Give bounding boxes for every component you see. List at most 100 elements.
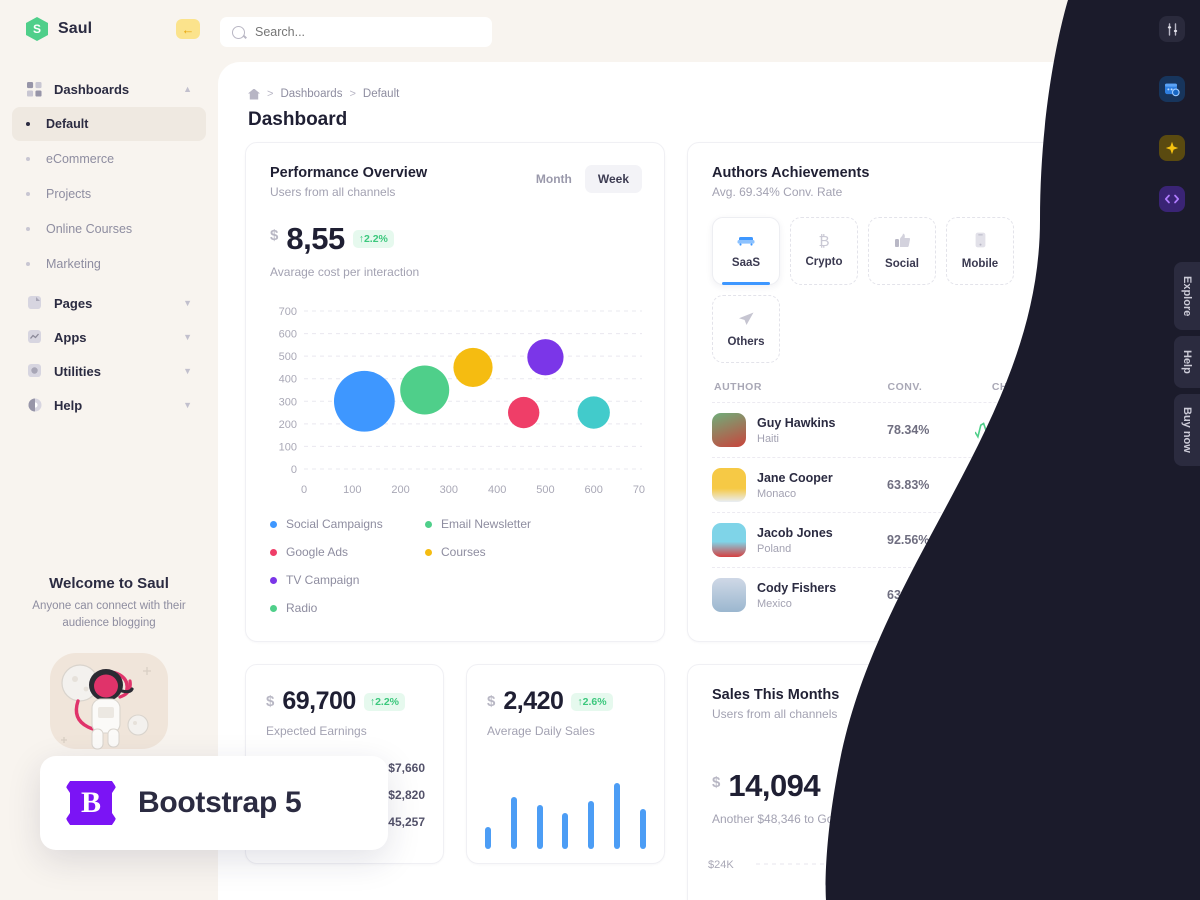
sliders-icon[interactable]: [1159, 16, 1185, 42]
breadcrumb-item-default[interactable]: Default: [363, 88, 399, 100]
delta-value: 2.2%: [363, 233, 388, 245]
breakdown-value: $45,257: [381, 815, 425, 829]
rail-tab-buy-now[interactable]: Buy now: [1174, 394, 1200, 466]
chevron-down-icon: ▼: [183, 332, 192, 342]
sidebar-item-projects[interactable]: Projects: [12, 177, 206, 211]
category-tab-mobile[interactable]: Mobile: [946, 217, 1014, 285]
search-input[interactable]: [255, 25, 455, 39]
svg-text:0: 0: [291, 464, 297, 476]
sidebar-group-label: Pages: [54, 295, 93, 311]
view-button[interactable]: →: [1058, 583, 1082, 607]
grid-icon: [26, 81, 43, 98]
svg-text:0: 0: [301, 484, 307, 496]
calendar-icon[interactable]: [1159, 76, 1185, 102]
search-icon: [232, 25, 245, 39]
currency-symbol: $: [487, 693, 496, 710]
category-tab-others[interactable]: Others: [712, 295, 780, 363]
sidebar-group-label: Apps: [54, 329, 87, 345]
table-row[interactable]: Jacob Jones Poland 92.56% →: [712, 512, 1082, 567]
table-row[interactable]: Guy Hawkins Haiti 78.34% →: [712, 402, 1082, 457]
legend-swatch: [270, 604, 277, 612]
sidebar-item-label: Online Courses: [46, 222, 133, 236]
table-row[interactable]: Jane Cooper Monaco 63.83% →: [712, 457, 1082, 512]
legend-swatch: [270, 520, 277, 528]
page-title: Dashboard: [248, 109, 348, 130]
bullet-icon: [26, 262, 30, 266]
more-dots-icon[interactable]: ⋯: [1070, 163, 1092, 185]
average-daily-sales-card: $ 2,420 ↑2.6% Average Daily Sales: [466, 664, 665, 864]
sidebar-group-apps[interactable]: Apps ▼: [12, 320, 206, 354]
sidebar-group-pages[interactable]: Pages ▼: [12, 286, 206, 320]
table-row[interactable]: Cody Fishers Mexico 63.08% →: [712, 567, 1082, 622]
category-tab-crypto[interactable]: ₿ Crypto: [790, 217, 858, 285]
svg-text:400: 400: [279, 374, 297, 386]
earnings-delta-badge: ↑2.2%: [363, 692, 405, 711]
rail-tab-help[interactable]: Help: [1174, 336, 1200, 388]
home-icon[interactable]: [248, 88, 260, 100]
svg-text:700: 700: [279, 306, 297, 318]
search-box[interactable]: [220, 17, 492, 47]
apps-icon: [26, 329, 43, 346]
range-option-month[interactable]: Month: [523, 165, 585, 193]
legend-item: Radio: [270, 601, 425, 615]
range-option-week[interactable]: Week: [584, 165, 642, 193]
bullet-icon: [26, 157, 30, 161]
delta-value: 2.6%: [582, 695, 607, 708]
author-country: Monaco: [757, 487, 797, 500]
sidebar-group-help[interactable]: Help ▼: [12, 388, 206, 422]
activity-icon[interactable]: [1068, 15, 1094, 41]
sales-this-months-card: Sales This Months Users from all channel…: [687, 664, 1107, 900]
category-tabs: SaaS ₿ Crypto Social Mobile Others: [712, 217, 1082, 363]
sidebar-item-label: Projects: [46, 187, 92, 201]
sidebar-item-marketing[interactable]: Marketing: [12, 247, 206, 281]
plus-icon[interactable]: [1159, 135, 1185, 161]
bullet-icon: [26, 192, 30, 196]
category-tab-social[interactable]: Social: [868, 217, 936, 285]
view-button[interactable]: →: [1058, 418, 1082, 442]
notes-icon[interactable]: [1108, 14, 1135, 41]
sidebar-item-label: Marketing: [46, 257, 101, 271]
bubble-chart: 0 100 200 300 400 500 600 700 0 100 200 300 400 500 60…: [270, 301, 652, 501]
sidebar-group-dashboards[interactable]: Dashboards ▲: [12, 72, 206, 106]
author-conv: 63.08%: [887, 588, 930, 602]
author-trend-chart: [972, 472, 1052, 498]
bitcoin-icon: ₿: [818, 233, 830, 250]
sidebar-item-ecommerce[interactable]: eCommerce: [12, 142, 206, 176]
earnings-breakdown: $7,660 $2,820 $45,257: [382, 761, 425, 842]
svg-text:200: 200: [391, 484, 409, 496]
sidebar-item-online-courses[interactable]: Online Courses: [12, 212, 206, 246]
bootstrap-label: Bootstrap 5: [138, 786, 302, 819]
sales-area-chart: $24K $20.5K: [708, 841, 1096, 900]
svg-text:600: 600: [585, 484, 603, 496]
bar: [639, 809, 646, 849]
legend-item: Google Ads: [270, 545, 425, 559]
send-icon: [738, 311, 755, 329]
view-button[interactable]: →: [1058, 473, 1082, 497]
svg-text:300: 300: [440, 484, 458, 496]
breadcrumb-item-dashboards[interactable]: Dashboards: [280, 88, 342, 100]
avatar: [712, 578, 746, 612]
bullet-icon: [26, 227, 30, 231]
brand-logo-icon: S: [26, 17, 48, 41]
legend-label: Social Campaigns: [286, 517, 383, 531]
pages-icon: [26, 295, 43, 312]
author-country: Mexico: [757, 597, 792, 610]
rail-tab-explore[interactable]: Explore: [1174, 262, 1200, 330]
right-rail: Explore Help Buy now: [1144, 0, 1200, 900]
view-button[interactable]: →: [1058, 528, 1082, 552]
category-tab-saas[interactable]: SaaS: [712, 217, 780, 285]
svg-text:100: 100: [343, 484, 361, 496]
category-label: Social: [885, 257, 919, 270]
sidebar-group-utilities[interactable]: Utilities ▼: [12, 354, 206, 388]
sidebar-collapse-button[interactable]: ←: [176, 19, 200, 39]
code-icon[interactable]: [1159, 186, 1185, 212]
performance-value: 8,55: [286, 221, 345, 256]
sales-caption: Another $48,346 to Goal: [712, 812, 843, 826]
daily-sales-bar-chart: [485, 769, 646, 849]
svg-text:400: 400: [488, 484, 506, 496]
avatar: [712, 468, 746, 502]
authors-achievements-card: Authors Achievements Avg. 69.34% Conv. R…: [687, 142, 1107, 642]
sidebar-item-default[interactable]: Default: [12, 107, 206, 141]
more-dots-icon[interactable]: ⋯: [1070, 685, 1092, 707]
legend-item: Courses: [425, 545, 640, 559]
